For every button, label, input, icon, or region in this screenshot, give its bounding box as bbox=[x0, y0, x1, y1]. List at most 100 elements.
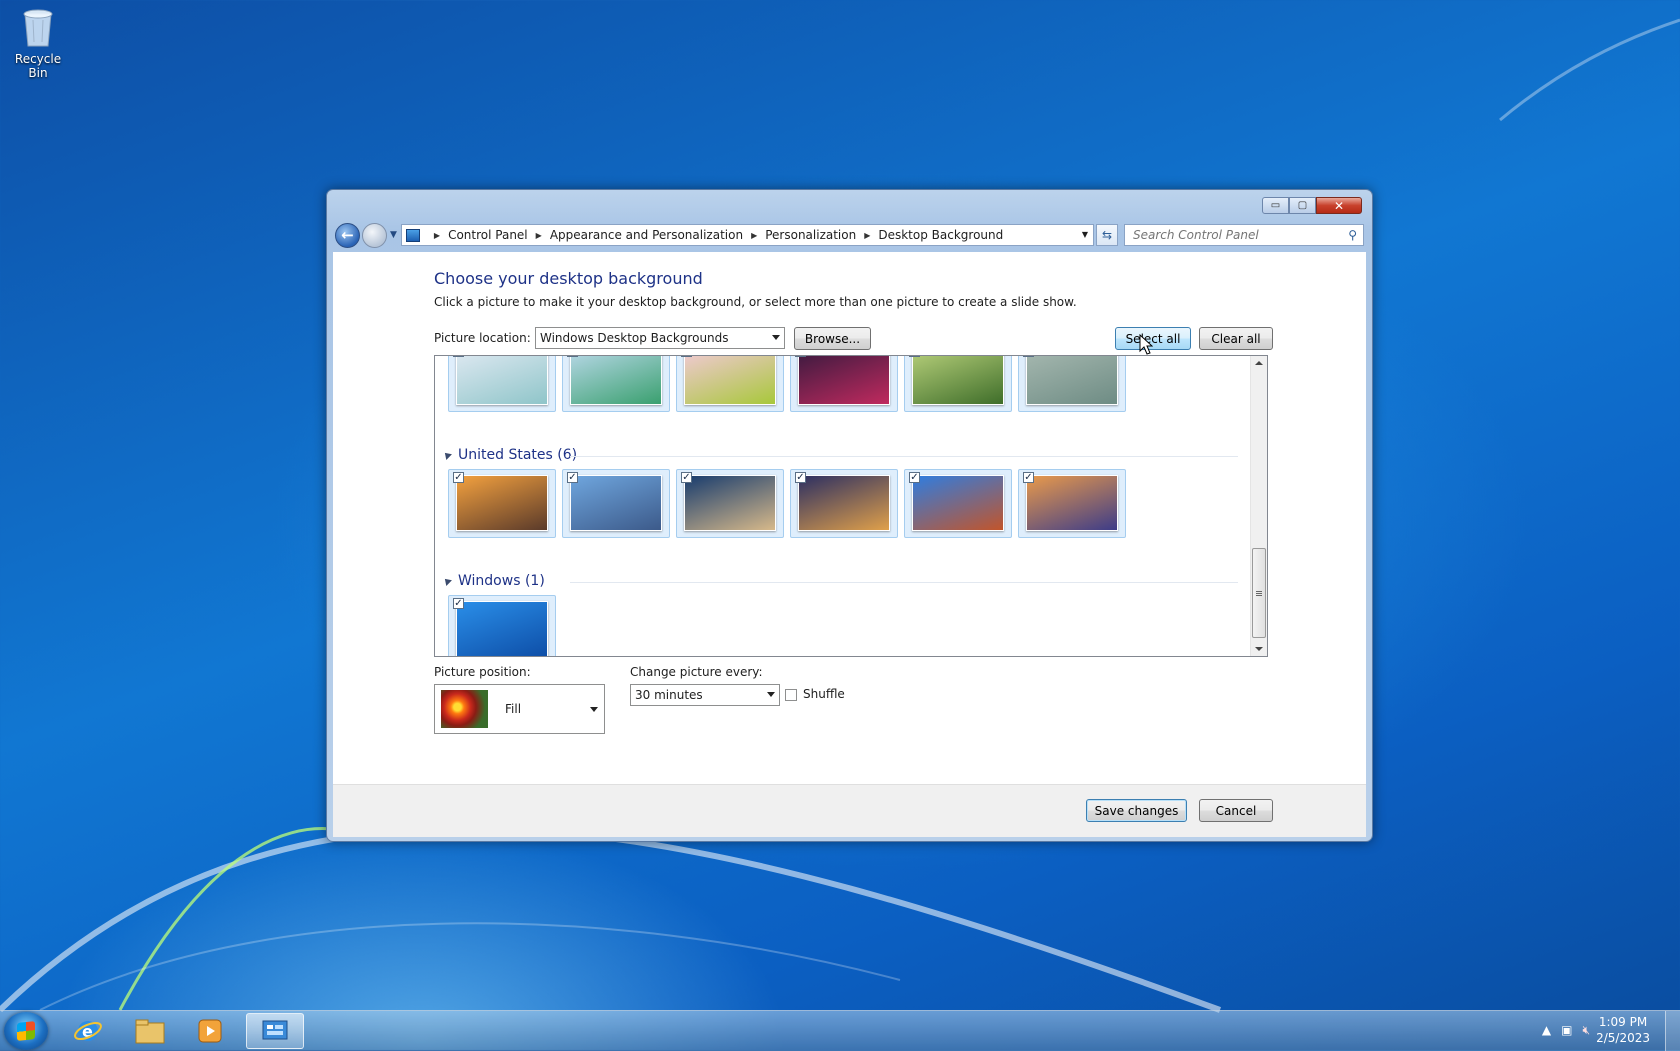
wallpaper-thumbnail[interactable]: ✓ bbox=[904, 469, 1012, 538]
gallery-scrollbar[interactable] bbox=[1250, 356, 1267, 656]
wallpaper-checkbox[interactable]: ✓ bbox=[453, 472, 464, 483]
start-button[interactable] bbox=[4, 1012, 48, 1050]
wallpaper-thumbnail[interactable]: ✓ bbox=[448, 469, 556, 538]
wallpaper-thumbnail[interactable]: ✓ bbox=[562, 469, 670, 538]
wallpaper-thumbnail[interactable]: ✓ bbox=[676, 356, 784, 412]
taskbar-file-explorer[interactable] bbox=[124, 1013, 176, 1049]
chevron-right-icon[interactable]: ▶ bbox=[434, 231, 440, 240]
gallery-group-header[interactable]: United States (6) bbox=[442, 447, 578, 463]
wallpaper-checkbox[interactable]: ✓ bbox=[909, 472, 920, 483]
wallpaper-thumbnail[interactable]: ✓ bbox=[562, 356, 670, 412]
grip-icon bbox=[1256, 591, 1262, 592]
wallpaper-image bbox=[570, 475, 662, 531]
wallpaper-image bbox=[1026, 475, 1118, 531]
window-controls: ▭ ▢ ✕ bbox=[1262, 197, 1362, 214]
network-icon[interactable]: ▣ bbox=[1561, 1023, 1572, 1038]
gallery-group-title: United States (6) bbox=[458, 447, 578, 463]
wallpaper-image bbox=[570, 356, 662, 405]
breadcrumb-control-panel[interactable]: Control Panel bbox=[448, 228, 528, 242]
wallpaper-thumbnail[interactable]: ✓ bbox=[790, 469, 898, 538]
back-button[interactable]: ← bbox=[335, 222, 360, 248]
browse-button[interactable]: Browse... bbox=[794, 327, 871, 350]
forward-button[interactable] bbox=[362, 222, 387, 248]
wallpaper-image bbox=[684, 475, 776, 531]
minimize-button[interactable]: ▭ bbox=[1262, 197, 1289, 214]
search-input[interactable] bbox=[1131, 227, 1325, 243]
volume-muted-icon[interactable]: 🔇︎ bbox=[1582, 1023, 1590, 1038]
show-hidden-icons-button[interactable]: ▲ bbox=[1542, 1023, 1551, 1038]
breadcrumb-personalization[interactable]: Personalization bbox=[765, 228, 856, 242]
gallery-group-header[interactable]: Windows (1) bbox=[442, 573, 545, 589]
taskbar-control-panel[interactable] bbox=[246, 1013, 304, 1049]
file-explorer-icon bbox=[135, 1019, 165, 1044]
mouse-cursor-icon bbox=[1139, 334, 1153, 355]
desktop-background-window: ▭ ▢ ✕ ← ▼ ▶ Control Panel ▶ Appearance a… bbox=[326, 189, 1373, 842]
wallpaper-checkbox[interactable]: ✓ bbox=[1023, 472, 1034, 483]
wallpaper-checkbox[interactable]: ✓ bbox=[681, 356, 692, 357]
shuffle-checkbox[interactable] bbox=[785, 689, 797, 701]
change-interval-select[interactable]: 30 minutes bbox=[630, 684, 780, 706]
wallpaper-thumbnail[interactable]: ✓ bbox=[448, 595, 556, 656]
wallpaper-thumbnail[interactable]: ✓ bbox=[904, 356, 1012, 412]
wallpaper-checkbox[interactable]: ✓ bbox=[795, 472, 806, 483]
close-button[interactable]: ✕ bbox=[1316, 197, 1362, 214]
picture-location-value: Windows Desktop Backgrounds bbox=[540, 331, 729, 345]
maximize-button[interactable]: ▢ bbox=[1289, 197, 1316, 214]
chevron-down-icon bbox=[772, 335, 780, 340]
scrollbar-thumb[interactable] bbox=[1252, 548, 1266, 638]
wallpaper-thumbnail[interactable]: ✓ bbox=[448, 356, 556, 412]
refresh-button[interactable]: ⇆ bbox=[1096, 224, 1118, 246]
breadcrumb-appearance[interactable]: Appearance and Personalization bbox=[550, 228, 743, 242]
wallpaper-checkbox[interactable]: ✓ bbox=[567, 356, 578, 357]
picture-position-label: Picture position: bbox=[434, 665, 531, 679]
page-title: Choose your desktop background bbox=[434, 269, 703, 288]
taskbar-clock[interactable]: 1:09 PM 2/5/2023 bbox=[1596, 1014, 1650, 1046]
chevron-right-icon[interactable]: ▶ bbox=[751, 231, 757, 240]
search-box: ⚲ bbox=[1124, 224, 1364, 246]
chevron-right-icon[interactable]: ▶ bbox=[536, 231, 542, 240]
wallpaper-image bbox=[1026, 356, 1118, 405]
shuffle-label: Shuffle bbox=[803, 687, 845, 701]
clock-date: 2/5/2023 bbox=[1596, 1031, 1650, 1045]
group-divider bbox=[570, 456, 1238, 457]
wallpaper-checkbox[interactable]: ✓ bbox=[681, 472, 692, 483]
system-tray: ▲ ▣ 🔇︎ bbox=[1542, 1023, 1590, 1038]
breadcrumb-desktop-background[interactable]: Desktop Background bbox=[878, 228, 1003, 242]
collapse-group-icon[interactable] bbox=[442, 450, 452, 460]
scroll-up-icon[interactable] bbox=[1255, 361, 1263, 365]
scroll-down-icon[interactable] bbox=[1255, 647, 1263, 651]
wallpaper-thumbnail[interactable]: ✓ bbox=[676, 469, 784, 538]
save-changes-button[interactable]: Save changes bbox=[1086, 799, 1187, 822]
collapse-group-icon[interactable] bbox=[442, 576, 452, 586]
address-bar[interactable]: ▶ Control Panel ▶ Appearance and Persona… bbox=[400, 224, 1094, 246]
taskbar-media-player[interactable] bbox=[184, 1013, 236, 1049]
content-area: Choose your desktop background Click a p… bbox=[333, 252, 1366, 784]
page-subtitle: Click a picture to make it your desktop … bbox=[434, 295, 1077, 309]
desktop-icon-recycle-bin[interactable]: Recycle Bin bbox=[6, 6, 70, 80]
wallpaper-checkbox[interactable]: ✓ bbox=[1023, 356, 1034, 357]
cancel-button[interactable]: Cancel bbox=[1199, 799, 1273, 822]
wallpaper-checkbox[interactable]: ✓ bbox=[567, 472, 578, 483]
picture-position-value: Fill bbox=[505, 702, 522, 716]
search-icon[interactable]: ⚲ bbox=[1348, 228, 1357, 242]
chevron-right-icon[interactable]: ▶ bbox=[864, 231, 870, 240]
wallpaper-checkbox[interactable]: ✓ bbox=[909, 356, 920, 357]
wallpaper-thumbnail[interactable]: ✓ bbox=[1018, 356, 1126, 412]
gallery-group-title: Windows (1) bbox=[458, 573, 545, 589]
wallpaper-thumbnail[interactable]: ✓ bbox=[1018, 469, 1126, 538]
wallpaper-image bbox=[912, 356, 1004, 405]
wallpaper-checkbox[interactable]: ✓ bbox=[453, 356, 464, 357]
wallpaper-checkbox[interactable]: ✓ bbox=[795, 356, 806, 357]
wallpaper-image bbox=[912, 475, 1004, 531]
wallpaper-thumbnail[interactable]: ✓ bbox=[790, 356, 898, 412]
clear-all-button[interactable]: Clear all bbox=[1199, 327, 1273, 350]
taskbar-internet-explorer[interactable]: e bbox=[62, 1013, 114, 1049]
picture-position-select[interactable]: Fill bbox=[434, 684, 605, 734]
recent-pages-button[interactable]: ▼ bbox=[390, 230, 397, 240]
select-all-button[interactable]: Select all bbox=[1115, 327, 1191, 350]
wallpaper-image bbox=[798, 356, 890, 405]
show-desktop-button[interactable] bbox=[1665, 1011, 1680, 1051]
picture-location-select[interactable]: Windows Desktop Backgrounds bbox=[535, 327, 785, 349]
address-dropdown-icon[interactable]: ▼ bbox=[1082, 230, 1088, 239]
wallpaper-checkbox[interactable]: ✓ bbox=[453, 598, 464, 609]
